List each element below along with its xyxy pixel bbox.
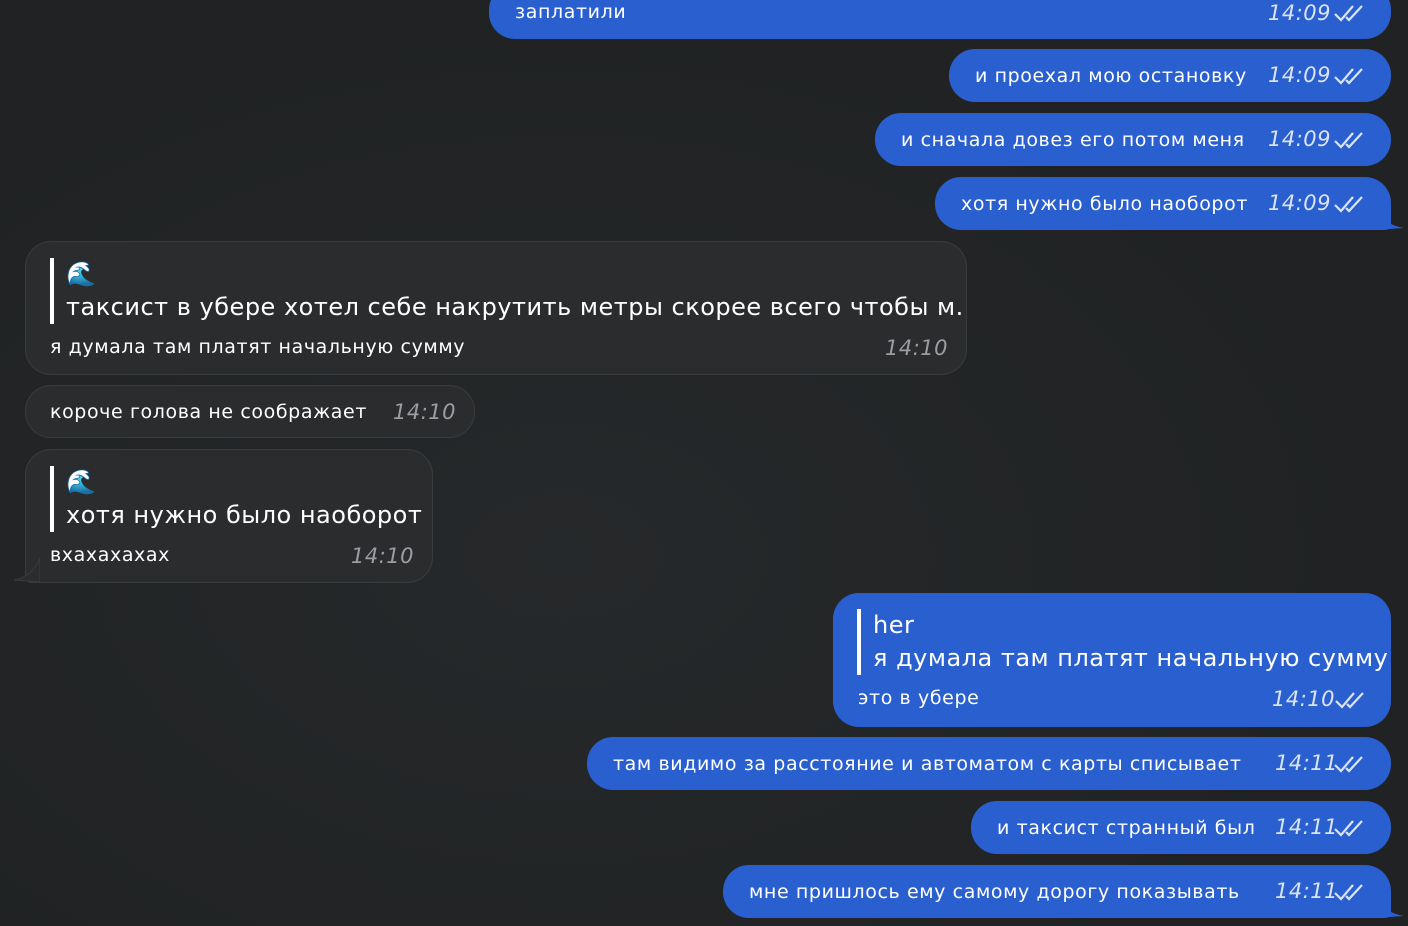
wave-emoji-icon: 🌊: [66, 468, 97, 496]
double-check-icon: [1334, 820, 1363, 837]
message-outgoing[interactable]: и сначала довез его потом меня 14:09: [875, 113, 1391, 166]
message-text: короче голова не соображает: [50, 400, 367, 423]
reply-text: хотя нужно было наоборот: [66, 501, 423, 529]
double-check-icon: [1334, 5, 1363, 22]
reply-text: я думала там платят начальную сумму: [873, 644, 1389, 672]
double-check-icon: [1335, 692, 1364, 709]
message-time: 14:09: [1268, 1, 1332, 25]
message-text: я думала там платят начальную сумму: [50, 336, 466, 358]
reply-quote[interactable]: her я думала там платят начальную сумму: [857, 609, 1388, 675]
double-check-icon: [1334, 756, 1363, 773]
message-incoming[interactable]: 🌊 хотя нужно было наоборот вхахахахах 14…: [25, 449, 433, 583]
message-text: вхахахахах: [50, 544, 170, 566]
bubble-tail: [1376, 894, 1404, 918]
message-text: и проехал мою остановку: [975, 64, 1247, 87]
reply-author: her: [873, 611, 915, 639]
message-time: 14:09: [1268, 63, 1332, 87]
message-text: и сначала довез его потом меня: [901, 128, 1245, 151]
double-check-icon: [1334, 68, 1363, 85]
message-outgoing[interactable]: her я думала там платят начальную сумму …: [833, 593, 1391, 727]
message-time: 14:10: [351, 544, 415, 568]
message-text: мне пришлось ему самому дорогу показыват…: [749, 880, 1240, 903]
message-text: заплатили: [515, 1, 627, 23]
message-time: 14:10: [393, 400, 457, 424]
message-outgoing[interactable]: хотя нужно было наоборот 14:09: [935, 177, 1391, 230]
message-incoming[interactable]: короче голова не соображает 14:10: [25, 385, 475, 438]
reply-text: таксист в убере хотел себе накрутить мет…: [66, 293, 967, 321]
message-outgoing[interactable]: мне пришлось ему самому дорогу показыват…: [723, 865, 1391, 918]
double-check-icon: [1334, 884, 1363, 901]
message-text: и таксист странный был: [997, 816, 1256, 839]
double-check-icon: [1334, 196, 1363, 213]
bubble-tail: [13, 558, 40, 583]
message-time: 14:11: [1275, 815, 1339, 839]
reply-quote[interactable]: 🌊 таксист в убере хотел себе накрутить м…: [50, 258, 967, 324]
message-outgoing[interactable]: и таксист странный был 14:11: [971, 801, 1391, 854]
message-outgoing[interactable]: заплатили 14:09: [489, 0, 1391, 39]
message-time: 14:11: [1275, 751, 1339, 775]
message-time: 14:10: [885, 336, 949, 360]
message-outgoing[interactable]: там видимо за расстояние и автоматом с к…: [587, 737, 1391, 790]
message-text: хотя нужно было наоборот: [961, 192, 1248, 215]
message-time: 14:09: [1268, 127, 1332, 151]
double-check-icon: [1334, 132, 1363, 149]
message-time: 14:09: [1268, 191, 1332, 215]
message-time: 14:11: [1275, 879, 1339, 903]
message-text: там видимо за расстояние и автоматом с к…: [613, 752, 1242, 775]
message-incoming[interactable]: 🌊 таксист в убере хотел себе накрутить м…: [25, 241, 967, 375]
reply-quote[interactable]: 🌊 хотя нужно было наоборот: [50, 466, 422, 532]
wave-emoji-icon: 🌊: [66, 260, 97, 288]
message-time: 14:10: [1272, 687, 1336, 711]
bubble-tail: [1376, 206, 1404, 230]
message-outgoing[interactable]: и проехал мою остановку 14:09: [949, 49, 1391, 102]
message-text: это в убере: [858, 687, 980, 709]
chat-area: заплатили 14:09 и проехал мою остановку …: [0, 0, 1408, 926]
